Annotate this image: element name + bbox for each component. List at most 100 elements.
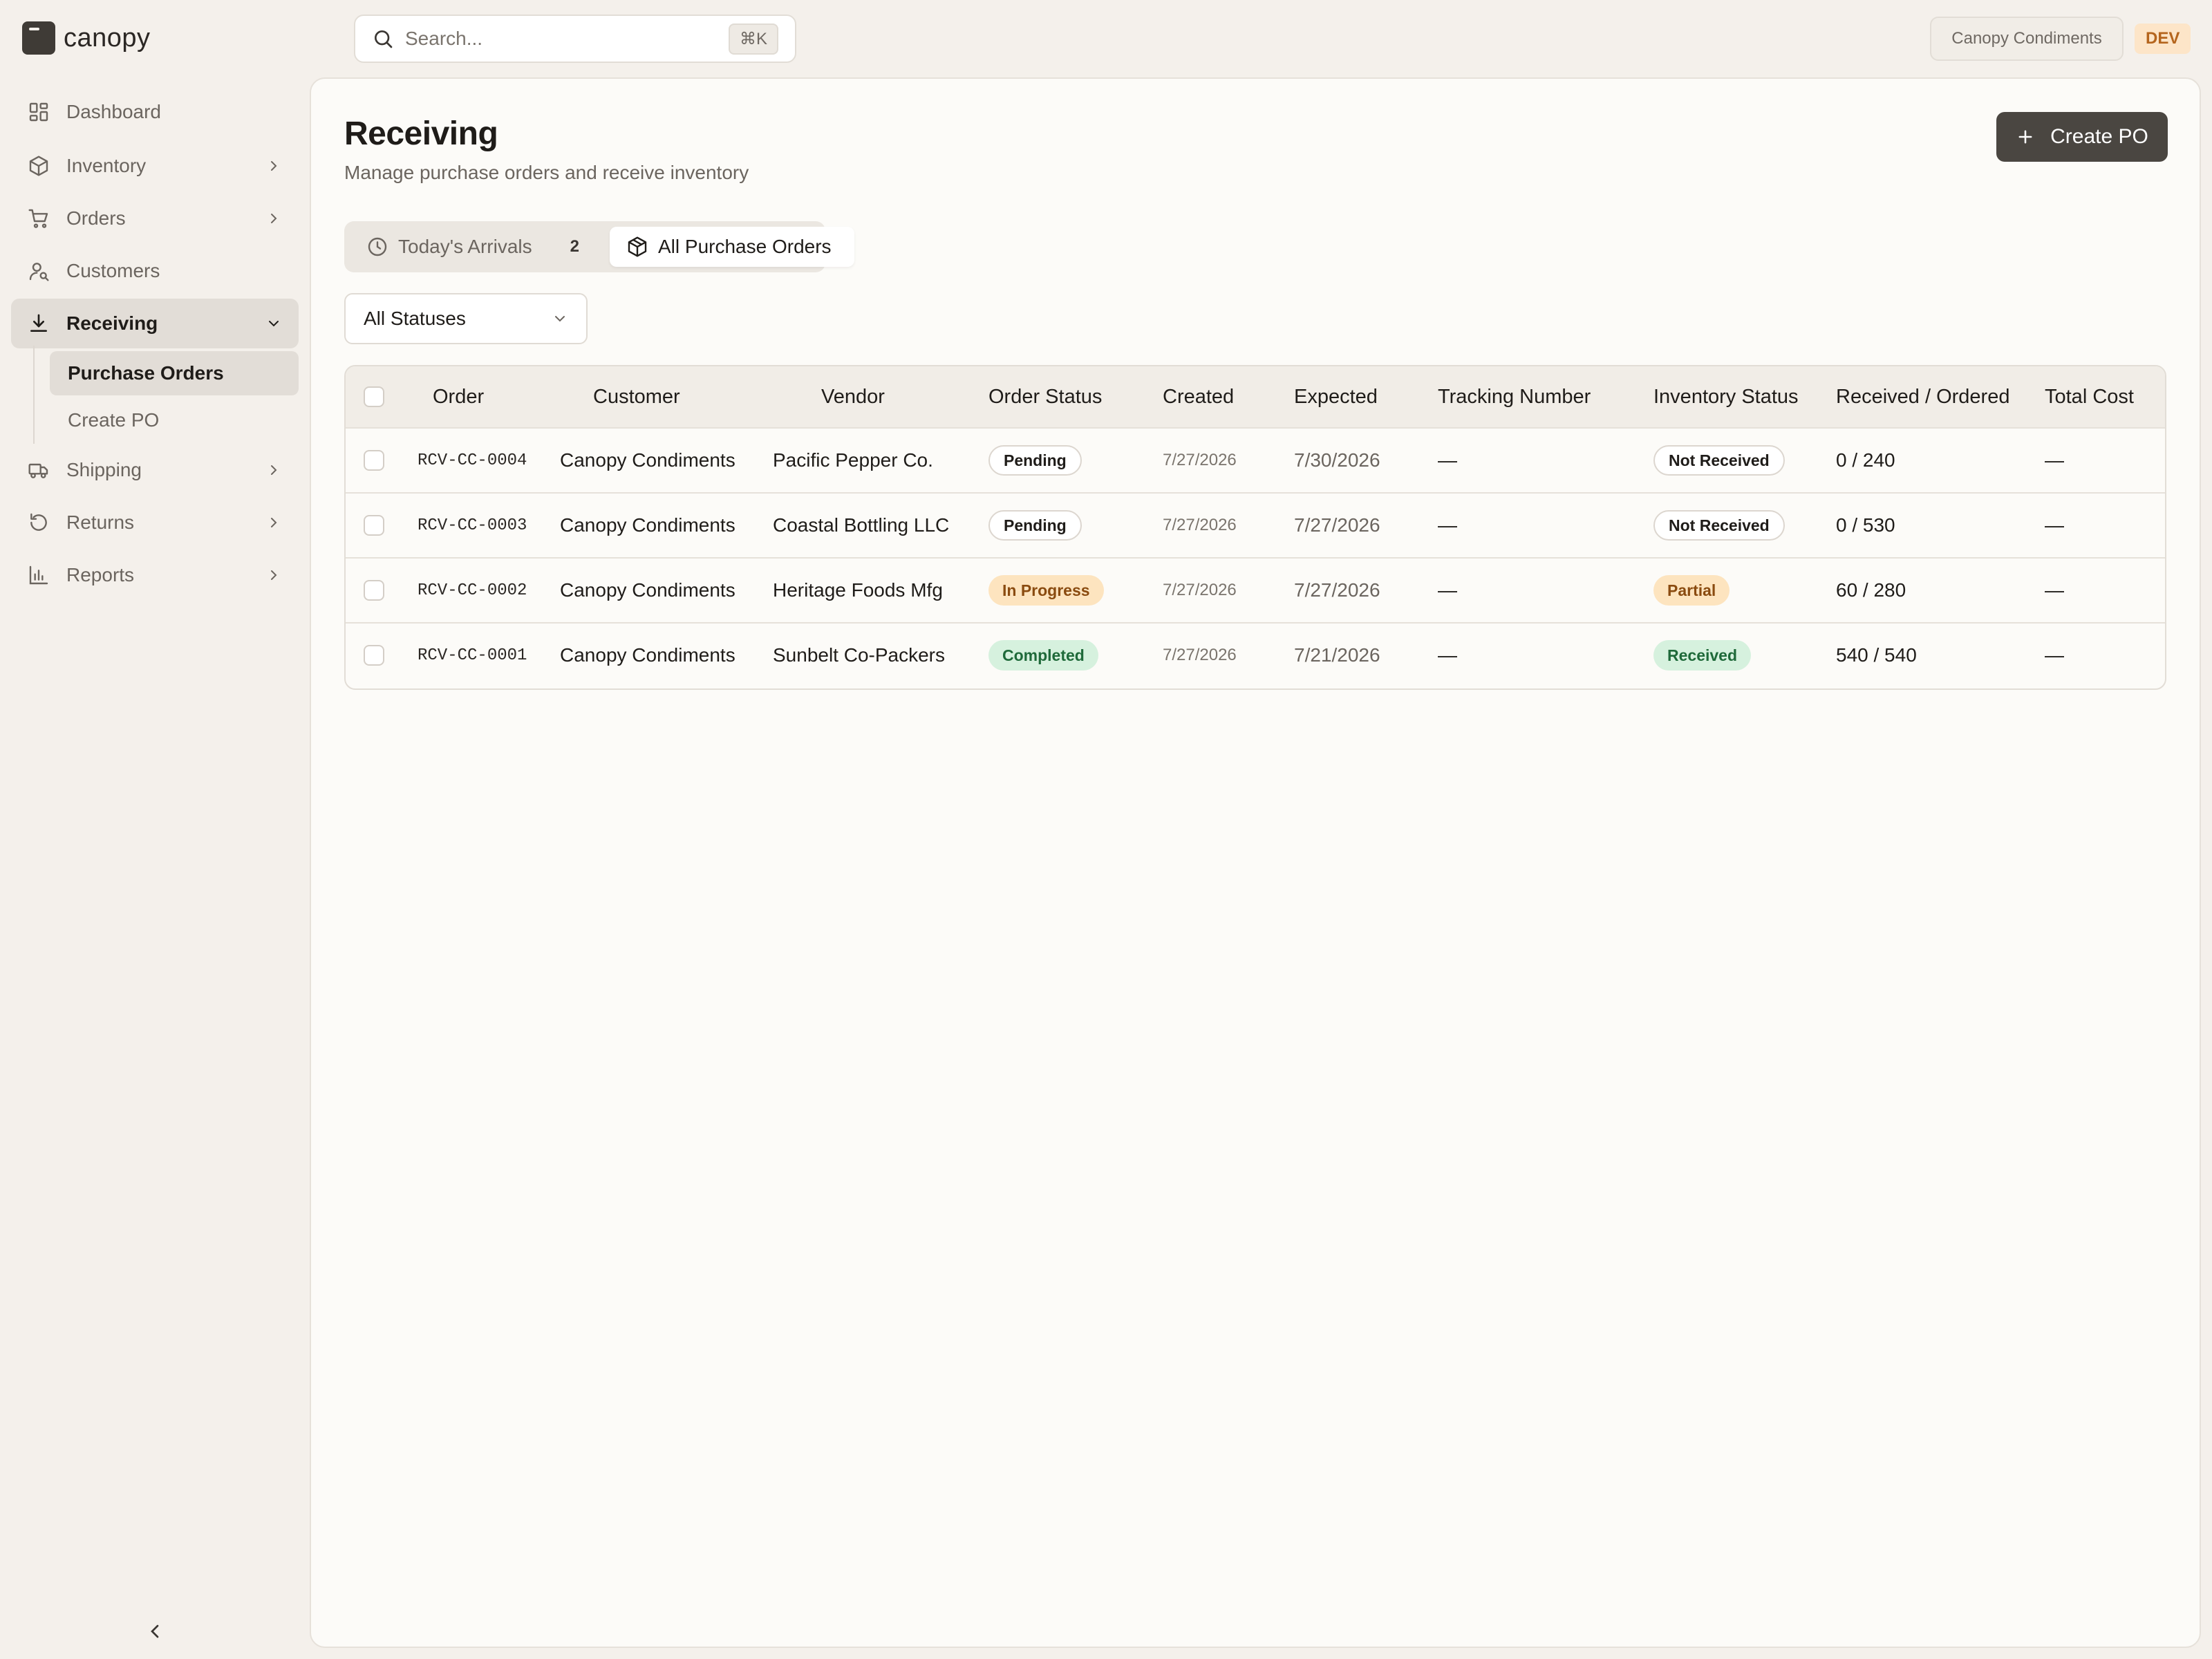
plus-icon <box>2018 130 2032 144</box>
sidebar-item-customers[interactable]: Customers <box>11 246 299 296</box>
order-id[interactable]: RCV-CC-0004 <box>418 429 527 492</box>
table-row[interactable]: RCV-CC-0002 Canopy Condiments Heritage F… <box>346 557 2165 622</box>
inventory-status-cell: Not Received <box>1653 429 1785 492</box>
status-filter-select[interactable]: All Statuses <box>344 293 588 344</box>
row-checkbox[interactable] <box>364 515 384 536</box>
collapse-sidebar-icon[interactable] <box>144 1620 166 1642</box>
vendor-name: Pacific Pepper Co. <box>773 449 933 471</box>
row-select-cell <box>364 559 384 622</box>
sidebar-item-orders[interactable]: Orders <box>11 194 299 243</box>
order-id[interactable]: RCV-CC-0003 <box>418 494 527 557</box>
download-icon <box>30 314 47 332</box>
sidebar-subitem-create-po[interactable]: Create PO <box>50 398 299 442</box>
sidebar-item-dashboard[interactable]: Dashboard <box>11 87 299 137</box>
env-badge: DEV <box>2135 24 2191 54</box>
box-icon <box>29 156 48 176</box>
column-header[interactable]: Tracking Number <box>1438 366 1591 427</box>
sidebar-item-returns[interactable]: Returns <box>11 498 299 547</box>
tab-todays-arrivals[interactable]: Today's Arrivals 2 <box>350 227 600 267</box>
order-id[interactable]: RCV-CC-0001 <box>418 624 527 687</box>
status-filter-value: All Statuses <box>364 308 466 329</box>
column-header[interactable]: Created <box>1163 366 1234 427</box>
bar-chart-icon <box>29 565 48 585</box>
inventory-status-cell: Partial <box>1653 559 1730 622</box>
page-subtitle: Manage purchase orders and receive inven… <box>344 162 749 183</box>
column-header[interactable]: Vendor <box>821 366 885 427</box>
column-header[interactable]: Order <box>433 366 484 427</box>
column-header[interactable]: Order Status <box>988 366 1102 427</box>
inventory-status-cell: Not Received <box>1653 494 1785 557</box>
chevron-right-icon <box>271 518 277 527</box>
receiving-tabs: Today's Arrivals 2 All Purchase Orders <box>344 221 854 272</box>
tenant-switcher[interactable]: Canopy Condiments <box>1930 17 2124 61</box>
row-checkbox[interactable] <box>364 580 384 601</box>
select-all-checkbox[interactable] <box>364 386 384 407</box>
table-row[interactable]: RCV-CC-0003 Canopy Condiments Coastal Bo… <box>346 492 2165 557</box>
customer-name: Canopy Condiments <box>560 644 735 666</box>
create-po-button[interactable]: Create PO <box>1996 112 2168 162</box>
tracking-number: — <box>1438 449 1457 471</box>
sidebar-item-receiving[interactable]: Receiving <box>11 299 299 348</box>
column-header[interactable]: Received / Ordered <box>1836 366 2009 427</box>
expected-date: 7/30/2026 <box>1294 449 1380 471</box>
column-header[interactable]: Total Cost <box>2045 366 2134 427</box>
chevron-right-icon <box>271 570 277 580</box>
row-select-cell <box>364 494 384 557</box>
row-checkbox[interactable] <box>364 645 384 666</box>
inventory-status-cell: Received <box>1653 624 1752 687</box>
expected-date: 7/21/2026 <box>1294 644 1380 666</box>
search-placeholder: Search... <box>405 28 483 49</box>
table-row[interactable]: RCV-CC-0004 Canopy Condiments Pacific Pe… <box>346 427 2165 492</box>
inventory-status-badge: Not Received <box>1653 510 1785 541</box>
received-ordered: 540 / 540 <box>1836 644 1917 666</box>
sidebar-item-shipping[interactable]: Shipping <box>11 445 299 495</box>
column-header[interactable]: Inventory Status <box>1653 366 1799 427</box>
table-header: Order Customer Vendor Order Status Creat… <box>346 366 2165 427</box>
order-status-badge: Pending <box>988 445 1082 476</box>
truck-icon <box>28 463 48 478</box>
customer-name: Canopy Condiments <box>560 579 735 601</box>
inventory-status-badge: Partial <box>1653 575 1730 606</box>
tab-all-purchase-orders[interactable]: All Purchase Orders <box>610 227 854 267</box>
inventory-status-badge: Not Received <box>1653 445 1785 476</box>
order-status-cell: Pending <box>988 429 1082 492</box>
sidebar-item-label: Shipping <box>66 459 142 480</box>
search-icon <box>375 30 393 48</box>
column-header[interactable]: Customer <box>593 366 680 427</box>
sidebar-subitem-purchase-orders[interactable]: Purchase Orders <box>50 351 299 395</box>
column-header[interactable]: Expected <box>1294 366 1378 427</box>
order-id[interactable]: RCV-CC-0002 <box>418 559 527 622</box>
received-ordered: 0 / 530 <box>1836 514 1895 536</box>
sidebar-item-reports[interactable]: Reports <box>11 550 299 600</box>
order-status-cell: Pending <box>988 494 1082 557</box>
received-ordered: 0 / 240 <box>1836 449 1895 471</box>
created-date: 7/27/2026 <box>1163 646 1237 664</box>
returns-icon <box>30 513 47 531</box>
sidebar-item-label: Returns <box>66 512 135 533</box>
total-cost: — <box>2045 579 2064 601</box>
search-input[interactable]: Search... ⌘K <box>354 15 796 63</box>
customers-icon <box>29 263 49 281</box>
expected-date: 7/27/2026 <box>1294 579 1380 601</box>
search-shortcut-badge: ⌘K <box>728 23 778 55</box>
logo-mark-icon <box>22 21 55 55</box>
chevron-right-icon <box>271 465 277 475</box>
chevron-down-icon <box>269 321 279 327</box>
main-panel: Receiving Manage purchase orders and rec… <box>310 77 2201 1648</box>
purchase-orders-table: Order Customer Vendor Order Status Creat… <box>344 365 2166 690</box>
chevron-right-icon <box>271 214 277 223</box>
sidebar-item-label: Inventory <box>66 155 147 176</box>
subnav-divider <box>33 346 35 444</box>
table-row[interactable]: RCV-CC-0001 Canopy Condiments Sunbelt Co… <box>346 622 2165 687</box>
row-checkbox[interactable] <box>364 450 384 471</box>
received-ordered: 60 / 280 <box>1836 579 1906 601</box>
cart-icon <box>28 209 48 228</box>
sidebar-item-inventory[interactable]: Inventory <box>11 141 299 191</box>
sidebar-item-label: Receiving <box>66 312 158 334</box>
order-status-cell: In Progress <box>988 559 1104 622</box>
vendor-name: Coastal Bottling LLC <box>773 514 950 536</box>
tab-label: Today's Arrivals <box>398 236 532 257</box>
sidebar-item-label: Customers <box>66 260 160 281</box>
app-logo[interactable]: canopy <box>22 21 151 55</box>
chevron-down-icon <box>555 316 565 322</box>
